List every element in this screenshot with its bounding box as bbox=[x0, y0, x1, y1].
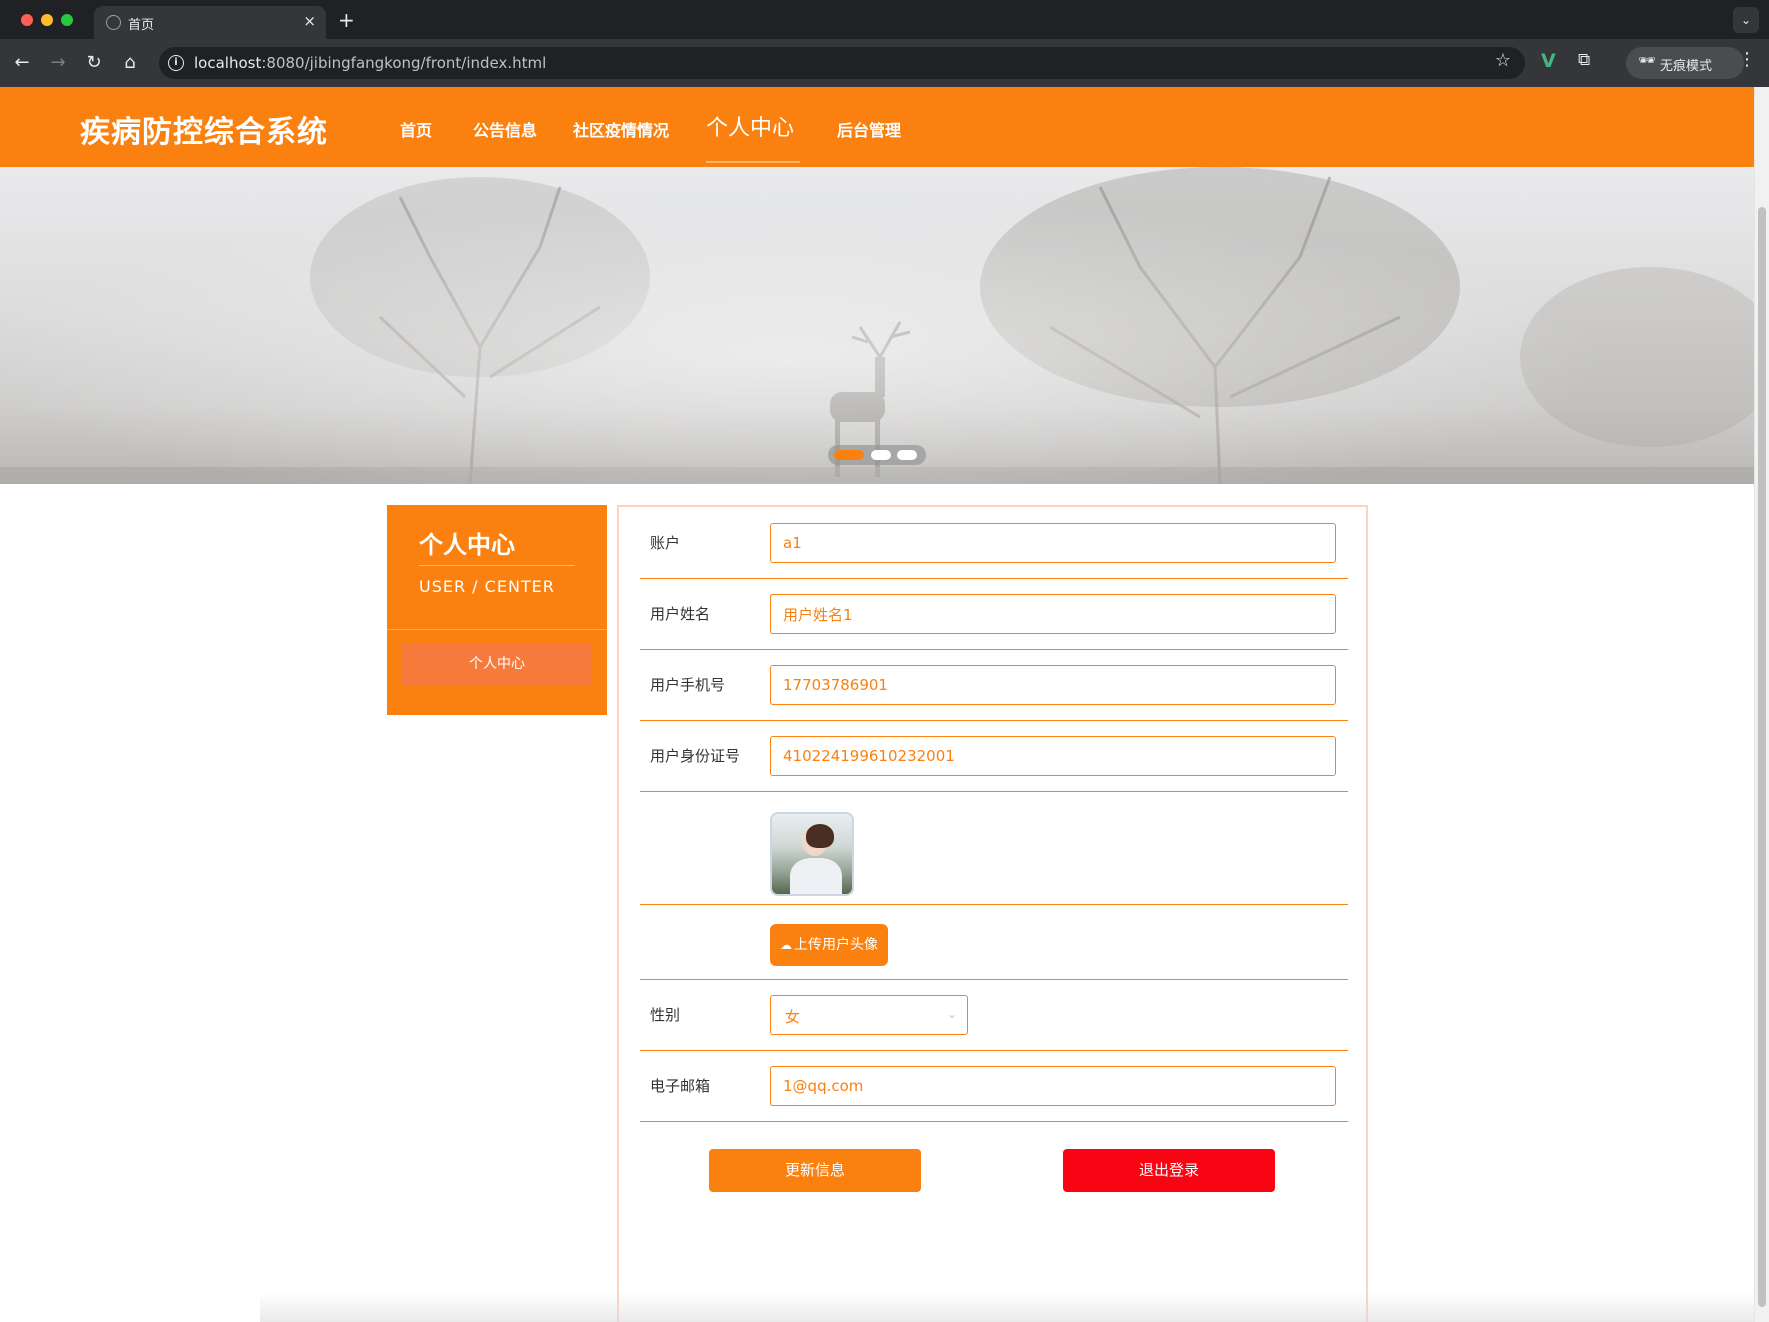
carousel-dot-2[interactable] bbox=[871, 450, 891, 460]
side-panel-separator bbox=[387, 629, 607, 630]
form-row-upload: ☁ 上传用户头像 bbox=[640, 905, 1348, 980]
minimize-window-button[interactable] bbox=[41, 14, 53, 26]
profile-form: 账户 用户姓名 用户手机号 用户身份证号 ☁上传用户头像 性别 bbox=[617, 505, 1368, 1322]
account-label: 账户 bbox=[650, 534, 681, 552]
nav-home[interactable]: 首页 bbox=[400, 117, 432, 141]
site-header: 疾病防控综合系统 首页 公告信息 社区疫情情况 个人中心 后台管理 bbox=[0, 87, 1754, 167]
logout-button[interactable]: 退出登录 bbox=[1063, 1149, 1275, 1192]
avatar bbox=[770, 812, 854, 896]
url-path: :8080/jibingfangkong/front/index.html bbox=[261, 54, 547, 72]
browser-tab-bar: 首页 × + ⌄ bbox=[0, 0, 1769, 39]
nav-announcements[interactable]: 公告信息 bbox=[473, 117, 537, 141]
address-bar[interactable]: i localhost:8080/jibingfangkong/front/in… bbox=[159, 47, 1525, 79]
gender-label: 性别 bbox=[650, 1006, 681, 1024]
avatar-body-shape bbox=[790, 858, 842, 894]
incognito-label: 无痕模式 bbox=[1660, 59, 1713, 74]
maximize-window-button[interactable] bbox=[61, 14, 73, 26]
browser-menu-icon[interactable]: ⋮ bbox=[1738, 49, 1756, 70]
site-title: 疾病防控综合系统 bbox=[80, 115, 328, 150]
cloud-upload-icon: ☁ bbox=[780, 938, 792, 952]
vue-devtools-icon[interactable]: V bbox=[1541, 50, 1556, 72]
new-tab-icon[interactable]: + bbox=[338, 8, 355, 32]
upload-avatar-button[interactable]: ☁ 上传用户头像 bbox=[770, 924, 888, 966]
site-info-icon[interactable]: i bbox=[168, 55, 184, 71]
url-host: localhost bbox=[194, 54, 262, 72]
close-tab-icon[interactable]: × bbox=[303, 12, 316, 30]
form-row-id-number: 用户身份证号 bbox=[640, 721, 1348, 792]
form-row-account: 账户 bbox=[640, 507, 1348, 579]
form-row-gender: 性别 女 ⌄ bbox=[640, 980, 1348, 1051]
nav-admin[interactable]: 后台管理 bbox=[837, 117, 901, 141]
id-number-input[interactable] bbox=[770, 736, 1336, 776]
upload-avatar-label: 上传用户头像 bbox=[794, 937, 878, 953]
side-personal-center-button[interactable]: 个人中心 bbox=[402, 643, 592, 685]
email-label: 电子邮箱 bbox=[650, 1077, 711, 1095]
home-icon[interactable]: ⌂ bbox=[118, 52, 142, 74]
extensions-icon[interactable]: ⧉ bbox=[1578, 50, 1590, 70]
form-row-avatar bbox=[640, 792, 1348, 905]
nav-community-epidemic[interactable]: 社区疫情情况 bbox=[573, 117, 669, 141]
nav-active-indicator bbox=[706, 161, 800, 163]
form-row-phone: 用户手机号 bbox=[640, 650, 1348, 721]
form-row-name: 用户姓名 bbox=[640, 579, 1348, 650]
gender-select[interactable]: 女 ⌄ bbox=[770, 995, 968, 1035]
reload-icon[interactable]: ↻ bbox=[82, 52, 106, 74]
close-window-button[interactable] bbox=[21, 14, 33, 26]
bottom-shadow bbox=[260, 1292, 1754, 1322]
gender-value: 女 bbox=[785, 1008, 801, 1026]
banner-carousel[interactable] bbox=[0, 167, 1754, 484]
carousel-dot-1[interactable] bbox=[834, 450, 864, 460]
side-panel-subtitle: USER / CENTER bbox=[419, 577, 555, 596]
scrollbar-thumb[interactable] bbox=[1758, 207, 1766, 1307]
globe-icon bbox=[106, 15, 121, 30]
banner-fog-overlay bbox=[0, 167, 1754, 484]
page-viewport: 疾病防控综合系统 首页 公告信息 社区疫情情况 个人中心 后台管理 个人中心 U… bbox=[0, 87, 1769, 1322]
form-row-email: 电子邮箱 bbox=[640, 1051, 1348, 1122]
phone-label: 用户手机号 bbox=[650, 676, 726, 694]
side-panel: 个人中心 USER / CENTER 个人中心 bbox=[387, 505, 607, 715]
phone-input[interactable] bbox=[770, 665, 1336, 705]
id-number-label: 用户身份证号 bbox=[650, 747, 741, 765]
forward-icon[interactable]: → bbox=[46, 52, 70, 74]
account-input[interactable] bbox=[770, 523, 1336, 563]
update-info-button[interactable]: 更新信息 bbox=[709, 1149, 921, 1192]
browser-toolbar: ← → ↻ ⌂ i localhost:8080/jibingfangkong/… bbox=[0, 39, 1769, 87]
carousel-dot-3[interactable] bbox=[897, 450, 917, 460]
incognito-icon: 🕶 bbox=[1638, 53, 1656, 69]
nav-personal-center[interactable]: 个人中心 bbox=[706, 110, 794, 142]
tab-search-icon[interactable]: ⌄ bbox=[1733, 7, 1759, 33]
side-panel-title: 个人中心 bbox=[419, 531, 515, 559]
url-text[interactable]: localhost:8080/jibingfangkong/front/inde… bbox=[194, 54, 546, 72]
email-input[interactable] bbox=[770, 1066, 1336, 1106]
page-scrollbar[interactable] bbox=[1754, 87, 1769, 1322]
incognito-badge[interactable]: 🕶 无痕模式 bbox=[1626, 47, 1744, 79]
carousel-indicators bbox=[828, 445, 926, 465]
name-label: 用户姓名 bbox=[650, 605, 711, 623]
avatar-hair-shape bbox=[806, 824, 834, 848]
tab-title: 首页 bbox=[128, 18, 155, 33]
side-panel-divider bbox=[419, 565, 575, 566]
back-icon[interactable]: ← bbox=[10, 52, 34, 74]
chevron-down-icon: ⌄ bbox=[946, 1007, 957, 1021]
bookmark-star-icon[interactable]: ☆ bbox=[1495, 50, 1511, 71]
name-input[interactable] bbox=[770, 594, 1336, 634]
browser-tab[interactable]: 首页 × bbox=[94, 6, 326, 39]
